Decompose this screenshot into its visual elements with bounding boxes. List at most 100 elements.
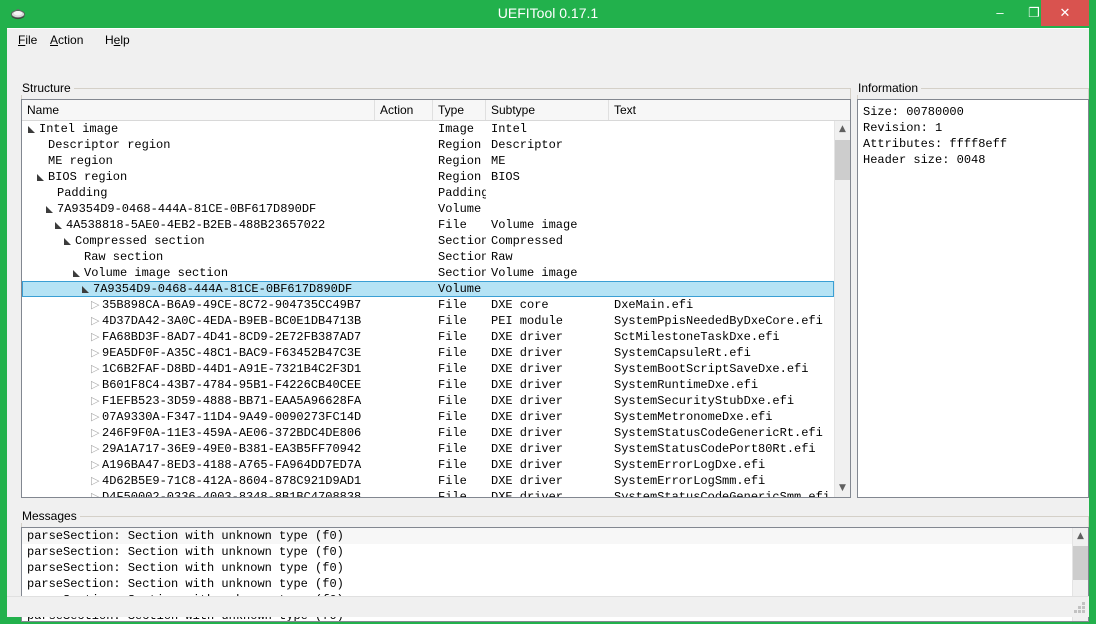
tree-expand-arrow-collapsed-icon[interactable]	[91, 393, 100, 409]
tree-expand-arrow-collapsed-icon[interactable]	[91, 329, 100, 345]
tree-cell-action	[375, 457, 433, 473]
tree-row[interactable]: FA68BD3F-8AD7-4D41-8CD9-2E72FB387AD7 File…	[22, 329, 834, 345]
menu-action[interactable]: Action	[47, 32, 86, 48]
tree-cell-text	[609, 137, 834, 153]
information-text-panel[interactable]: Size: 00780000 Revision: 1 Attributes: fff…	[857, 99, 1089, 498]
tree-cell-text: SystemStatusCodePort80Rt.efi	[614, 442, 816, 456]
tree-node-label: 35B898CA-B6A9-49CE-8C72-904735CC49B7	[102, 298, 362, 312]
tree-row[interactable]: Padding Padding	[22, 185, 834, 201]
tree-cell-name: Raw section	[22, 249, 375, 265]
tree-cell-text	[609, 265, 834, 281]
column-header-action[interactable]: Action	[375, 100, 433, 120]
tree-expand-arrow-expanded-icon[interactable]	[46, 205, 55, 214]
tree-row[interactable]: 4A538818-5AE0-4EB2-B2EB-488B23657022 File…	[22, 217, 834, 233]
tree-cell-text: SystemSecurityStubDxe.efi	[614, 394, 795, 408]
tree-row[interactable]: B601F8C4-43B7-4784-95B1-F4226CB40CEE File…	[22, 377, 834, 393]
tree-row[interactable]: 9EA5DF0F-A35C-48C1-BAC9-F63452B47C3E File…	[22, 345, 834, 361]
tree-cell-text: SystemRuntimeDxe.efi	[614, 378, 759, 392]
tree-row[interactable]: Intel image Image Intel	[22, 121, 834, 137]
tree-row[interactable]: A196BA47-8ED3-4188-A765-FA964DD7ED7A File…	[22, 457, 834, 473]
tree-cell-text	[609, 201, 834, 217]
tree-node-label: 07A9330A-F347-11D4-9A49-0090273FC14D	[102, 410, 362, 424]
menu-file[interactable]: File	[15, 32, 40, 48]
resize-grip[interactable]	[1073, 601, 1086, 614]
tree-node-label: Descriptor region	[48, 138, 171, 152]
tree-cell-text: SctMilestoneTaskDxe.efi	[614, 330, 780, 344]
menu-help[interactable]: Help	[102, 32, 133, 48]
information-line: Size: 00780000	[863, 105, 964, 119]
message-row[interactable]: parseSection: Section with unknown type …	[22, 544, 1072, 560]
tree-vertical-scrollbar[interactable]: ▲ ▼	[834, 121, 850, 497]
tree-cell-subtype: DXE driver	[491, 378, 564, 392]
structure-tree-view[interactable]: Name Action Type Subtype Text Intel imag…	[21, 99, 851, 498]
tree-scroll-up-arrow[interactable]: ▲	[835, 121, 850, 138]
tree-cell-action	[375, 217, 433, 233]
tree-scroll-down-arrow[interactable]: ▼	[835, 480, 850, 497]
tree-row[interactable]: D4F50002-0336-4003-8348-8B1BC4708838 File…	[22, 489, 834, 497]
tree-node-label: B601F8C4-43B7-4784-95B1-F4226CB40CEE	[102, 378, 362, 392]
information-group: Information Size: 00780000 Revision: 1 Att…	[857, 81, 1089, 498]
tree-node-label: Padding	[57, 186, 108, 200]
tree-row[interactable]: 7A9354D9-0468-444A-81CE-0BF617D890DF Volu…	[22, 281, 834, 297]
tree-expand-arrow-collapsed-icon[interactable]	[91, 473, 100, 489]
tree-cell-action	[375, 489, 433, 497]
tree-cell-subtype: DXE driver	[491, 346, 564, 360]
tree-expand-arrow-expanded-icon[interactable]	[82, 285, 91, 294]
tree-cell-subtype	[486, 201, 609, 217]
tree-row[interactable]: BIOS region Region BIOS	[22, 169, 834, 185]
tree-cell-text: SystemStatusCodeGenericRt.efi	[614, 426, 823, 440]
tree-row[interactable]: 246F9F0A-11E3-459A-AE06-372BDC4DE806 File…	[22, 425, 834, 441]
tree-cell-subtype: Raw	[491, 250, 513, 264]
tree-row[interactable]: 7A9354D9-0468-444A-81CE-0BF617D890DF Volu…	[22, 201, 834, 217]
tree-row[interactable]: Descriptor region Region Descriptor	[22, 137, 834, 153]
tree-cell-name: 07A9330A-F347-11D4-9A49-0090273FC14D	[22, 409, 375, 425]
messages-scroll-up-arrow[interactable]: ▲	[1073, 528, 1088, 545]
tree-expand-arrow-collapsed-icon[interactable]	[91, 345, 100, 361]
tree-row[interactable]: 4D62B5E9-71C8-412A-8604-878C921D9AD1 File…	[22, 473, 834, 489]
tree-row[interactable]: ME region Region ME	[22, 153, 834, 169]
message-row[interactable]: parseSection: Section with unknown type …	[22, 576, 1072, 592]
tree-expand-arrow-collapsed-icon[interactable]	[91, 489, 100, 497]
tree-scroll-thumb[interactable]	[835, 140, 850, 180]
minimize-button[interactable]: –	[985, 0, 1015, 26]
tree-cell-action	[375, 297, 433, 313]
tree-expand-arrow-collapsed-icon[interactable]	[91, 457, 100, 473]
tree-row[interactable]: 29A1A717-36E9-49E0-B381-EA3B5FF70942 File…	[22, 441, 834, 457]
tree-row[interactable]: 35B898CA-B6A9-49CE-8C72-904735CC49B7 File…	[22, 297, 834, 313]
tree-row[interactable]: 1C6B2FAF-D8BD-44D1-A91E-7321B4C2F3D1 File…	[22, 361, 834, 377]
tree-cell-name: FA68BD3F-8AD7-4D41-8CD9-2E72FB387AD7	[22, 329, 375, 345]
tree-cell-action	[375, 393, 433, 409]
column-header-name[interactable]: Name	[22, 100, 375, 120]
column-header-subtype[interactable]: Subtype	[486, 100, 609, 120]
tree-expand-arrow-expanded-icon[interactable]	[55, 221, 64, 230]
column-header-type[interactable]: Type	[433, 100, 486, 120]
tree-expand-arrow-collapsed-icon[interactable]	[91, 441, 100, 457]
tree-cell-type: Section	[438, 250, 486, 264]
message-row[interactable]: parseSection: Section with unknown type …	[22, 560, 1072, 576]
tree-row[interactable]: F1EFB523-3D59-4888-BB71-EAA5A96628FA File…	[22, 393, 834, 409]
tree-expand-arrow-expanded-icon[interactable]	[64, 237, 73, 246]
tree-expand-arrow-collapsed-icon[interactable]	[91, 297, 100, 313]
tree-expand-arrow-collapsed-icon[interactable]	[91, 313, 100, 329]
tree-cell-text: SystemMetronomeDxe.efi	[614, 410, 773, 424]
tree-cell-action	[375, 441, 433, 457]
tree-row[interactable]: 07A9330A-F347-11D4-9A49-0090273FC14D File…	[22, 409, 834, 425]
tree-expand-arrow-collapsed-icon[interactable]	[91, 425, 100, 441]
tree-row[interactable]: Volume image section Section Volume image	[22, 265, 834, 281]
tree-expand-arrow-expanded-icon[interactable]	[37, 173, 46, 182]
tree-row[interactable]: 4D37DA42-3A0C-4EDA-B9EB-BC0E1DB4713B File…	[22, 313, 834, 329]
tree-expand-arrow-collapsed-icon[interactable]	[91, 377, 100, 393]
messages-scroll-thumb[interactable]	[1073, 546, 1088, 580]
tree-cell-action	[375, 329, 433, 345]
tree-expand-arrow-expanded-icon[interactable]	[28, 125, 37, 134]
tree-row[interactable]: Raw section Section Raw	[22, 249, 834, 265]
tree-row[interactable]: Compressed section Section Compressed	[22, 233, 834, 249]
message-row[interactable]: parseSection: Section with unknown type …	[22, 528, 1072, 544]
close-button[interactable]: ✕	[1041, 0, 1089, 26]
tree-expand-arrow-collapsed-icon[interactable]	[91, 361, 100, 377]
tree-expand-arrow-expanded-icon[interactable]	[73, 269, 82, 278]
tree-cell-type: Region	[438, 154, 482, 168]
column-header-text[interactable]: Text	[609, 100, 834, 120]
tree-cell-name: 4A538818-5AE0-4EB2-B2EB-488B23657022	[22, 217, 375, 233]
tree-expand-arrow-collapsed-icon[interactable]	[91, 409, 100, 425]
